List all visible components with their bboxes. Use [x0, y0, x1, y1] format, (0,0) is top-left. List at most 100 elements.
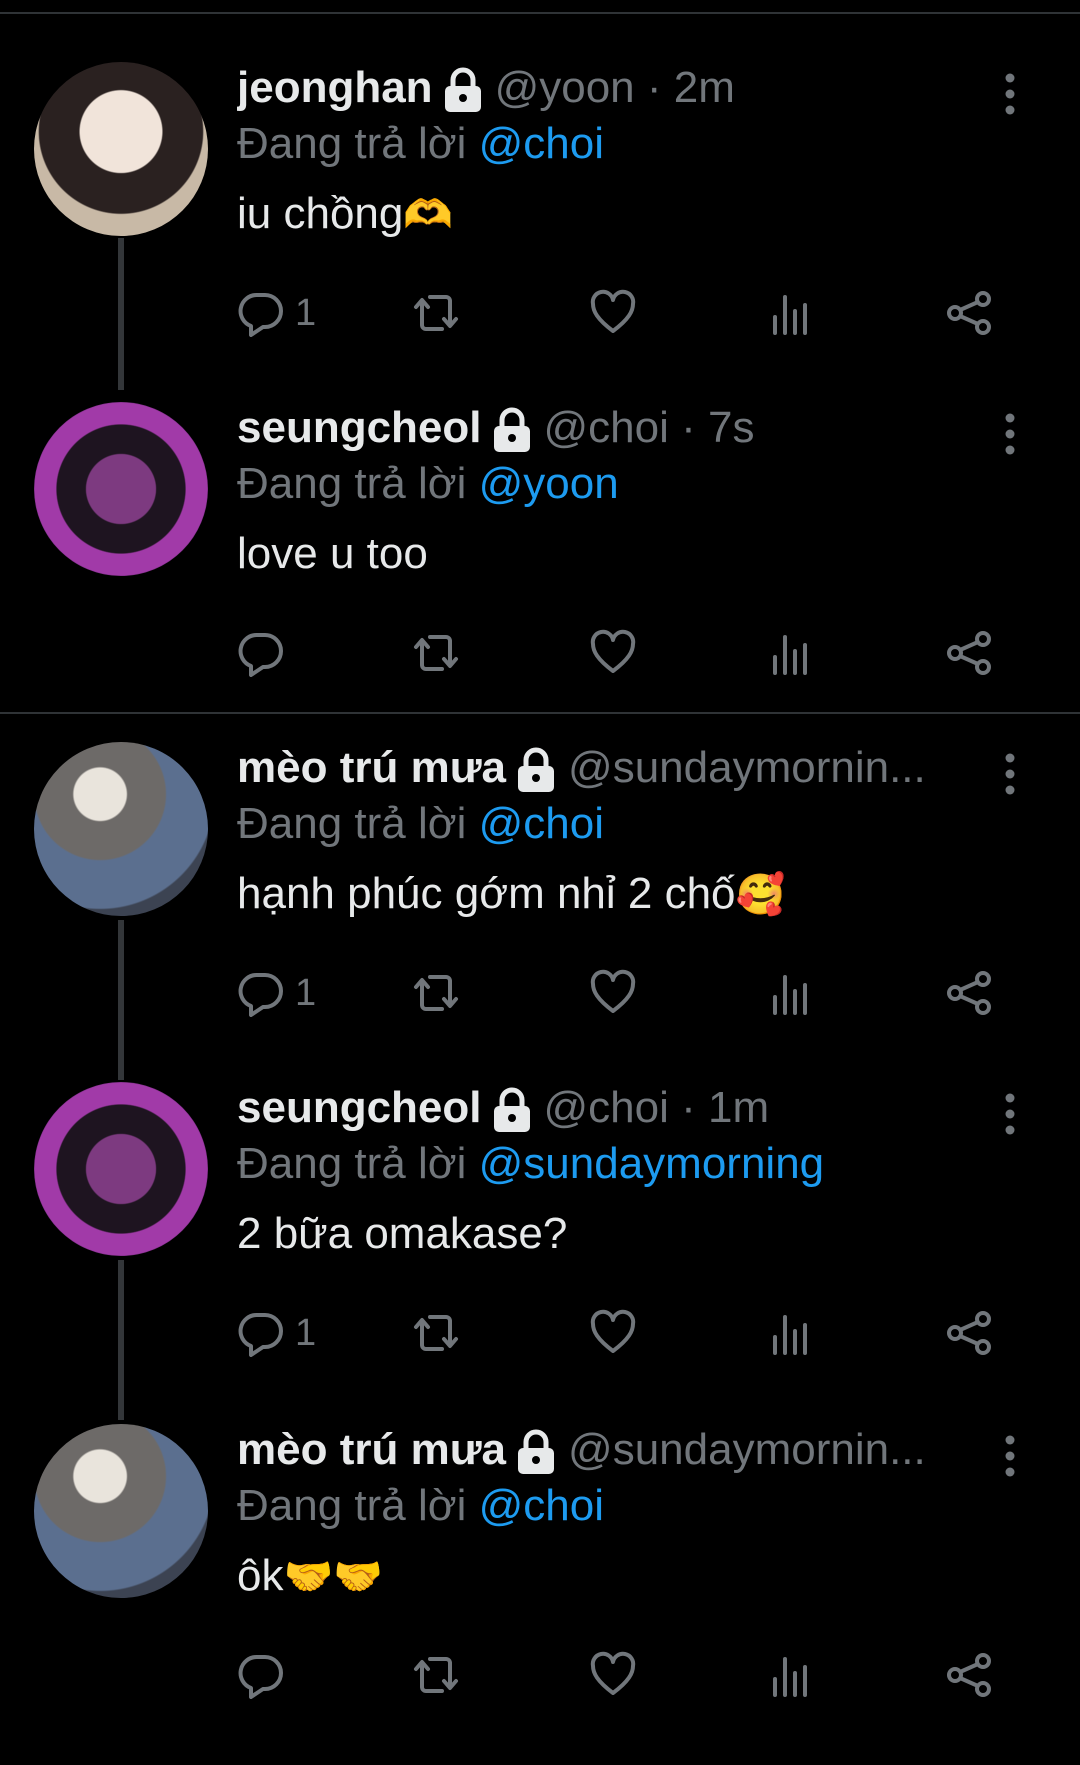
- retweet-button[interactable]: [412, 628, 460, 678]
- views-button[interactable]: [767, 1308, 815, 1358]
- tweet[interactable]: mèo trú mưa @sundaymornin... Đang trả lờ…: [0, 742, 1080, 1083]
- more-vertical-icon[interactable]: [998, 72, 1022, 116]
- share-button[interactable]: [945, 288, 993, 338]
- reply-button[interactable]: 1: [237, 288, 316, 338]
- views-icon: [773, 1315, 807, 1355]
- share-icon: [947, 291, 991, 335]
- share-button[interactable]: [945, 1650, 993, 1700]
- action-bar: [237, 1650, 1017, 1700]
- display-name[interactable]: mèo trú mưa: [237, 1424, 506, 1476]
- separator-dot: ·: [668, 403, 708, 452]
- reply-button[interactable]: [237, 628, 295, 678]
- avatar[interactable]: [34, 1082, 208, 1256]
- reply-button[interactable]: 1: [237, 1308, 316, 1358]
- retweet-icon: [414, 1657, 458, 1693]
- more-vertical-icon[interactable]: [998, 1434, 1022, 1478]
- retweet-icon: [414, 975, 458, 1011]
- reply-button[interactable]: 1: [237, 968, 316, 1018]
- retweet-button[interactable]: [412, 968, 460, 1018]
- handle[interactable]: @choi: [544, 402, 669, 454]
- emoji: 🥰: [735, 872, 786, 918]
- reply-icon: [238, 632, 283, 677]
- reply-mention[interactable]: @choi: [479, 119, 604, 168]
- handle[interactable]: @sundaymornin...: [568, 742, 926, 794]
- display-name[interactable]: seungcheol: [237, 1082, 482, 1134]
- tweet-text: ôk: [237, 1551, 284, 1600]
- display-name[interactable]: jeonghan: [237, 62, 433, 114]
- action-bar: 1: [237, 1308, 1017, 1358]
- like-button[interactable]: [589, 628, 637, 678]
- views-button[interactable]: [767, 288, 815, 338]
- heart-icon: [590, 1651, 636, 1695]
- reply-prefix: Đang trả lời: [237, 1481, 467, 1530]
- reply-mention[interactable]: @choi: [479, 799, 604, 848]
- share-icon: [947, 1653, 991, 1697]
- more-vertical-icon[interactable]: [998, 1092, 1022, 1136]
- views-icon: [773, 635, 807, 675]
- emoji: 🫶: [403, 192, 454, 238]
- views-button[interactable]: [767, 628, 815, 678]
- handle[interactable]: @sundaymornin...: [568, 1424, 926, 1476]
- tweet[interactable]: jeonghan @yoon · 2m Đang trả lời @choi i…: [0, 62, 1080, 403]
- avatar[interactable]: [34, 742, 208, 916]
- timestamp[interactable]: 7s: [708, 402, 754, 454]
- reply-count: 1: [295, 1311, 317, 1354]
- tweet-text: 2 bữa omakase?: [237, 1209, 568, 1258]
- lock-icon: [493, 407, 530, 452]
- views-button[interactable]: [767, 1650, 815, 1700]
- handle[interactable]: @choi: [544, 1082, 669, 1134]
- like-button[interactable]: [589, 968, 637, 1018]
- share-icon: [947, 971, 991, 1015]
- heart-icon: [590, 1309, 636, 1353]
- share-button[interactable]: [945, 1308, 993, 1358]
- lock-icon: [518, 1429, 555, 1474]
- action-bar: 1: [237, 288, 1017, 338]
- like-button[interactable]: [589, 1650, 637, 1700]
- reply-count: 1: [295, 971, 317, 1014]
- reply-mention[interactable]: @choi: [479, 1481, 604, 1530]
- tweet-text: hạnh phúc gớm nhỉ 2 chố: [237, 869, 736, 918]
- reply-icon: [238, 292, 283, 337]
- reply-icon: [238, 972, 283, 1017]
- retweet-button[interactable]: [412, 1650, 460, 1700]
- reply-mention[interactable]: @yoon: [479, 459, 619, 508]
- avatar[interactable]: [34, 402, 208, 576]
- heart-icon: [590, 629, 636, 673]
- views-icon: [773, 975, 807, 1015]
- like-button[interactable]: [589, 288, 637, 338]
- avatar[interactable]: [34, 1424, 208, 1598]
- timestamp[interactable]: 1m: [708, 1082, 769, 1134]
- tweet-text: iu chồng: [237, 189, 404, 238]
- reply-icon: [238, 1654, 283, 1699]
- reply-button[interactable]: [237, 1650, 295, 1700]
- tweet[interactable]: seungcheol @choi · 1m Đang trả lời @sund…: [0, 1082, 1080, 1423]
- reply-prefix: Đang trả lời: [237, 1139, 467, 1188]
- handle[interactable]: @yoon: [495, 62, 635, 114]
- share-button[interactable]: [945, 628, 993, 678]
- views-icon: [773, 295, 807, 335]
- avatar[interactable]: [34, 62, 208, 236]
- top-divider: [0, 12, 1080, 14]
- timestamp[interactable]: 2m: [674, 62, 735, 114]
- lock-icon: [518, 747, 555, 792]
- reply-prefix: Đang trả lời: [237, 799, 467, 848]
- heart-icon: [590, 289, 636, 333]
- separator-dot: ·: [634, 63, 674, 112]
- reply-mention[interactable]: @sundaymorning: [479, 1139, 825, 1188]
- like-button[interactable]: [589, 1308, 637, 1358]
- tweet[interactable]: mèo trú mưa @sundaymornin... Đang trả lờ…: [0, 1424, 1080, 1765]
- tweet[interactable]: seungcheol @choi · 7s Đang trả lời @yoon…: [0, 402, 1080, 743]
- more-vertical-icon[interactable]: [998, 752, 1022, 796]
- retweet-icon: [414, 295, 458, 331]
- views-icon: [773, 1657, 807, 1697]
- display-name[interactable]: mèo trú mưa: [237, 742, 506, 794]
- separator-dot: ·: [668, 1083, 708, 1132]
- reply-count: 1: [295, 291, 317, 334]
- retweet-button[interactable]: [412, 288, 460, 338]
- more-vertical-icon[interactable]: [998, 412, 1022, 456]
- heart-icon: [590, 969, 636, 1013]
- display-name[interactable]: seungcheol: [237, 402, 482, 454]
- retweet-button[interactable]: [412, 1308, 460, 1358]
- views-button[interactable]: [767, 968, 815, 1018]
- share-button[interactable]: [945, 968, 993, 1018]
